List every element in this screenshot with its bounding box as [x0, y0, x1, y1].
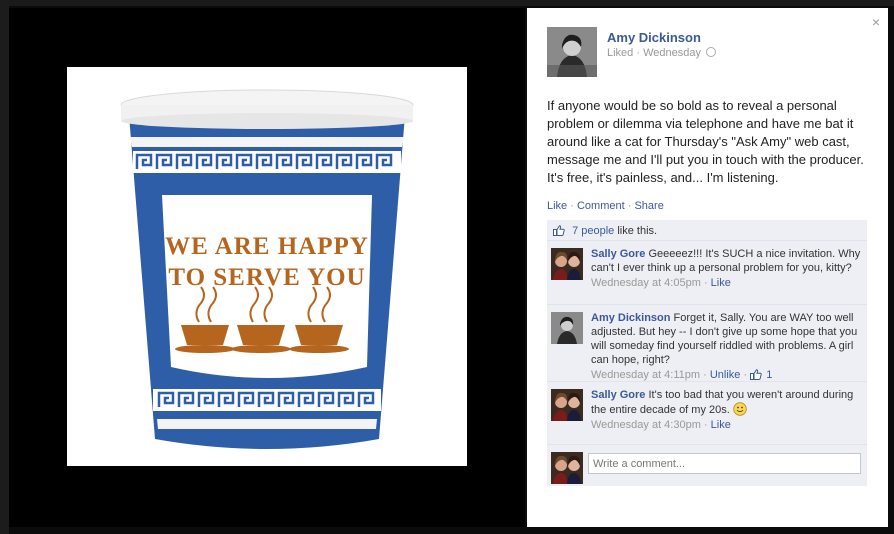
coffee-cup-photo[interactable]: WE ARE HAPPY TO SERVE YOU	[67, 67, 467, 466]
meta-separator: ·	[703, 369, 707, 381]
meta-separator: ·	[743, 369, 748, 381]
comment-timestamp[interactable]: Wednesday at 4:05pm	[591, 277, 701, 289]
comment-link[interactable]: Comment	[577, 200, 625, 212]
cup-text-line2: TO SERVE YOU	[168, 264, 365, 291]
comment-body: Amy Dickinson Forget it, Sally. You are …	[591, 311, 861, 382]
like-link[interactable]: Like	[547, 200, 567, 212]
comment-like-count[interactable]: 1	[766, 369, 772, 381]
action-separator: ·	[570, 200, 574, 212]
action-separator: ·	[627, 200, 632, 212]
post-actions: Like · Comment · Share	[547, 200, 664, 212]
anthora-cup-image: WE ARE HAPPY TO SERVE YOU	[120, 89, 414, 449]
meta-separator: ·	[636, 47, 641, 59]
window-top-edge	[0, 0, 894, 6]
meta-separator: ·	[703, 277, 708, 289]
comment-item: Sally Gore It's too bad that you weren't…	[547, 383, 867, 445]
comment-meta: Wednesday at 4:11pm · Unlike · 1	[591, 368, 861, 382]
post-meta: Liked · Wednesday	[607, 47, 717, 59]
thumbs-up-icon	[750, 369, 762, 380]
post-body-text: If anyone would be so bold as to reveal …	[547, 98, 864, 185]
comment-like-link[interactable]: Like	[711, 277, 731, 289]
smiley-icon	[733, 402, 747, 416]
comment-meta: Wednesday at 4:30pm · Like	[591, 418, 861, 432]
comment-body: Sally Gore Geeeeez!!! It's SUCH a nice i…	[591, 247, 861, 290]
comments-section: 7 people like this. Sally Gore Geeeeez!!…	[547, 220, 867, 486]
comment-timestamp[interactable]: Wednesday at 4:11pm	[591, 369, 700, 381]
globe-icon	[706, 47, 717, 57]
comment-item: Sally Gore Geeeeez!!! It's SUCH a nice i…	[547, 242, 867, 305]
window-left-edge	[0, 0, 9, 534]
post-timestamp[interactable]: Wednesday	[643, 47, 701, 59]
comment-author[interactable]: Sally Gore	[591, 248, 645, 260]
comment-author[interactable]: Sally Gore	[591, 389, 645, 401]
likes-summary: 7 people like this.	[547, 220, 867, 241]
post-author-name[interactable]: Amy Dickinson	[607, 30, 701, 45]
share-link[interactable]: Share	[634, 200, 663, 212]
photo-stage: WE ARE HAPPY TO SERVE YOU	[9, 8, 525, 527]
close-icon[interactable]: ×	[872, 14, 880, 30]
likes-suffix: like this.	[617, 225, 658, 237]
viewer-avatar	[551, 452, 583, 484]
comment-author[interactable]: Amy Dickinson	[591, 312, 670, 324]
comment-composer	[547, 450, 867, 486]
comment-item: Amy Dickinson Forget it, Sally. You are …	[547, 306, 867, 382]
commenter-avatar[interactable]	[551, 312, 583, 344]
commenter-avatar[interactable]	[551, 389, 583, 421]
comment-input[interactable]	[588, 453, 861, 474]
comment-timestamp[interactable]: Wednesday at 4:30pm	[591, 419, 701, 431]
cup-text-line1: WE ARE HAPPY	[165, 233, 369, 260]
thumbs-up-icon	[553, 225, 565, 236]
author-avatar[interactable]	[547, 27, 597, 77]
comment-unlike-link[interactable]: Unlike	[710, 369, 741, 381]
comment-meta: Wednesday at 4:05pm · Like	[591, 276, 861, 290]
commenter-avatar[interactable]	[551, 248, 583, 280]
post-panel: × Amy Dickinson Liked · Wednesday If any…	[527, 8, 888, 527]
post-meta-liked: Liked	[607, 47, 634, 59]
comment-body: Sally Gore It's too bad that you weren't…	[591, 388, 861, 432]
comment-like-link[interactable]: Like	[711, 419, 731, 431]
likes-count-link[interactable]: 7 people	[572, 225, 614, 237]
meta-separator: ·	[703, 419, 708, 431]
